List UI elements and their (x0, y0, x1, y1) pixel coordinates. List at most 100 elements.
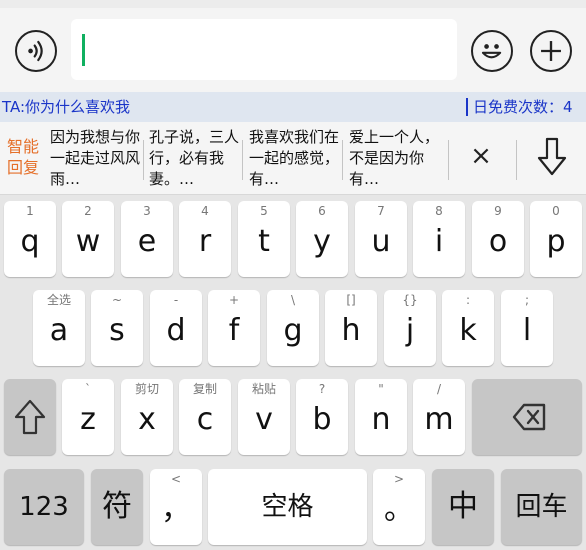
suggestion-4[interactable]: 爱上一个人，不是因为你有… (349, 127, 443, 191)
key-label: d (166, 313, 186, 348)
key-hint: " (378, 382, 384, 396)
key-b[interactable]: ? b (296, 379, 348, 455)
shift-key[interactable] (4, 379, 56, 455)
message-text-input[interactable] (71, 19, 457, 80)
key-label: n (371, 402, 391, 437)
key-label: h (341, 313, 361, 348)
key-label: m (424, 402, 454, 437)
key-hint: ? (318, 382, 326, 396)
key-label: t (258, 224, 270, 259)
key-l[interactable]: ; l (501, 290, 553, 366)
key-label: j (405, 313, 415, 348)
key-q[interactable]: 1 q (4, 201, 56, 277)
divider (516, 140, 517, 180)
enter-key[interactable]: 回车 (501, 469, 582, 545)
period-key[interactable]: > 。 (373, 469, 425, 545)
smart-reply-label: 智能 回复 (3, 136, 43, 178)
key-label: q (20, 224, 40, 259)
key-hint: < (170, 472, 182, 486)
enter-key-label: 回车 (515, 492, 568, 522)
key-x[interactable]: 剪切 x (121, 379, 173, 455)
divider (342, 140, 343, 180)
voice-waves-icon (28, 40, 43, 62)
text-caret (82, 34, 85, 66)
suggestion-2[interactable]: 孔子说，三人行，必有我妻。… (149, 127, 243, 191)
key-hint: / (436, 382, 442, 396)
key-a[interactable]: 全选 a (33, 290, 85, 366)
key-n[interactable]: " n (355, 379, 407, 455)
key-d[interactable]: - d (150, 290, 202, 366)
shift-arrow-icon (14, 399, 46, 435)
key-hint: 1 (26, 204, 34, 218)
key-hint: 3 (143, 204, 151, 218)
keyboard: 1 q 2 w 3 e 4 r 5 t 6 y 7 u 8 i 9 o 0 p … (0, 195, 586, 550)
key-z[interactable]: ` z (62, 379, 114, 455)
key-hint: 粘贴 (251, 382, 276, 396)
key-label: p (546, 224, 566, 259)
divider (242, 140, 243, 180)
numbers-key[interactable]: 123 (4, 469, 84, 545)
key-label: o (488, 224, 508, 259)
language-key-label: 中 (448, 489, 478, 524)
key-g[interactable]: \ g (267, 290, 319, 366)
space-key-label: 空格 (261, 492, 314, 522)
top-strip (0, 0, 586, 8)
key-label: b (312, 402, 332, 437)
suggestion-1[interactable]: 因为我想与你一起走过风风雨… (50, 127, 144, 191)
divider (143, 140, 144, 180)
expand-suggestions-button[interactable] (534, 134, 570, 178)
key-label: v (255, 402, 273, 437)
key-y[interactable]: 6 y (296, 201, 348, 277)
key-k[interactable]: : k (442, 290, 494, 366)
language-key[interactable]: 中 (432, 469, 494, 545)
key-r[interactable]: 4 r (179, 201, 231, 277)
key-label: z (80, 402, 96, 437)
key-m[interactable]: / m (413, 379, 465, 455)
free-count-label: 日免费次数：4 (473, 98, 573, 116)
smart-reply-label-line1: 智能 (6, 137, 39, 156)
key-hint: 5 (260, 204, 268, 218)
key-label: u (371, 224, 391, 259)
key-f[interactable]: + f (208, 290, 260, 366)
key-hint: 剪切 (134, 382, 159, 396)
close-suggestions-button[interactable]: × (466, 136, 496, 176)
symbols-key-label: 符 (102, 489, 132, 524)
key-hint: 9 (494, 204, 502, 218)
voice-input-button[interactable] (15, 30, 57, 72)
key-hint: + (228, 293, 240, 307)
comma-key-label: ， (161, 492, 191, 527)
more-options-button[interactable] (530, 30, 572, 72)
smart-reply-bar: 智能 回复 因为我想与你一起走过风风雨… 孔子说，三人行，必有我妻。… 我喜欢我… (0, 122, 586, 195)
ta-message[interactable]: TA:你为什么喜欢我 (2, 92, 130, 122)
key-o[interactable]: 9 o (472, 201, 524, 277)
key-hint: {} (402, 293, 418, 307)
key-p[interactable]: 0 p (530, 201, 582, 277)
key-hint: 7 (377, 204, 385, 218)
key-label: y (313, 224, 331, 259)
key-hint: 全选 (46, 293, 71, 307)
key-label: i (434, 224, 444, 259)
key-v[interactable]: 粘贴 v (238, 379, 290, 455)
key-c[interactable]: 复制 c (179, 379, 231, 455)
key-u[interactable]: 7 u (355, 201, 407, 277)
backspace-icon (512, 403, 546, 431)
key-s[interactable]: ~ s (91, 290, 143, 366)
key-i[interactable]: 8 i (413, 201, 465, 277)
space-key[interactable]: 空格 (208, 469, 367, 545)
key-t[interactable]: 5 t (238, 201, 290, 277)
key-w[interactable]: 2 w (62, 201, 114, 277)
key-j[interactable]: {} j (384, 290, 436, 366)
key-label: w (75, 224, 101, 259)
key-hint: 0 (552, 204, 560, 218)
suggestion-3[interactable]: 我喜欢我们在一起的感觉，有… (249, 127, 343, 191)
key-label: l (522, 313, 532, 348)
chat-input-bar (0, 8, 586, 92)
key-label: k (459, 313, 477, 348)
backspace-key[interactable] (472, 379, 582, 455)
symbols-key[interactable]: 符 (91, 469, 143, 545)
key-e[interactable]: 3 e (121, 201, 173, 277)
emoji-button[interactable] (471, 30, 513, 72)
key-hint: \ (290, 293, 296, 307)
key-h[interactable]: [] h (325, 290, 377, 366)
comma-key[interactable]: < ， (150, 469, 202, 545)
